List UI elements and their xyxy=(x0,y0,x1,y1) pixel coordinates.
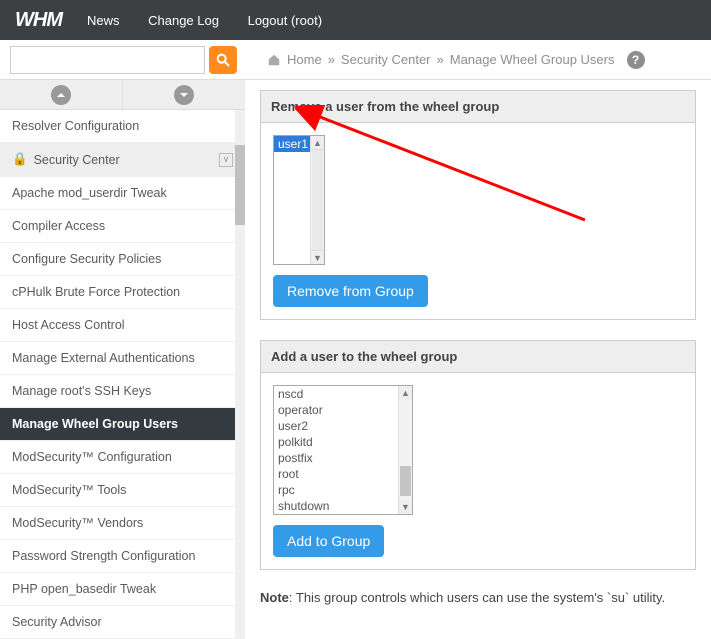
subbar: Home » Security Center » Manage Wheel Gr… xyxy=(0,40,711,80)
add-user-select[interactable]: nscdoperatoruser2polkitdpostfixrootrpcsh… xyxy=(273,385,413,515)
breadcrumb-home[interactable]: Home xyxy=(287,52,322,67)
sidebar-item[interactable]: Host Access Control xyxy=(0,309,245,342)
sidebar-item[interactable]: Apache mod_userdir Tweak xyxy=(0,177,245,210)
sidebar-item[interactable]: Manage External Authentications xyxy=(0,342,245,375)
add-to-group-button[interactable]: Add to Group xyxy=(273,525,384,557)
list-item[interactable]: nscd xyxy=(274,386,412,402)
search-button[interactable] xyxy=(209,46,237,74)
sidebar-item[interactable]: Password Strength Configuration xyxy=(0,540,245,573)
remove-user-select[interactable]: user1 ▲▼ xyxy=(273,135,325,265)
breadcrumb-l2: Manage Wheel Group Users xyxy=(450,52,615,67)
sidebar-scrollbar[interactable] xyxy=(235,110,245,639)
sidebar-section-header[interactable]: 🔒Security Center∨ xyxy=(0,143,245,177)
breadcrumb: Home » Security Center » Manage Wheel Gr… xyxy=(267,51,645,69)
sidebar-item[interactable]: Compiler Access xyxy=(0,210,245,243)
nav-changelog[interactable]: Change Log xyxy=(148,13,219,28)
sidebar-item[interactable]: Configure Security Policies xyxy=(0,243,245,276)
chevron-icon: ∨ xyxy=(219,153,233,167)
note-text: Note: This group controls which users ca… xyxy=(260,590,696,605)
home-icon xyxy=(267,53,281,67)
scroll-up-icon[interactable]: ▲ xyxy=(311,136,324,150)
search-icon xyxy=(215,52,231,68)
scroll-down-icon[interactable]: ▼ xyxy=(311,250,324,264)
collapse-down-button[interactable] xyxy=(174,85,194,105)
scroll-up-icon[interactable]: ▲ xyxy=(399,386,412,400)
scroll-down-icon[interactable]: ▼ xyxy=(399,500,412,514)
help-icon[interactable]: ? xyxy=(627,51,645,69)
list-item[interactable]: root xyxy=(274,466,412,482)
logo: WHM xyxy=(15,9,62,32)
topbar: WHM News Change Log Logout (root) xyxy=(0,0,711,40)
sidebar-item[interactable]: cPHulk Brute Force Protection xyxy=(0,276,245,309)
list-item[interactable]: postfix xyxy=(274,450,412,466)
sidebar-item[interactable]: ModSecurity™ Vendors xyxy=(0,507,245,540)
list-item[interactable]: operator xyxy=(274,402,412,418)
nav-logout[interactable]: Logout (root) xyxy=(248,13,322,28)
sidebar-item[interactable]: Manage Wheel Group Users xyxy=(0,408,245,441)
list-item[interactable]: user2 xyxy=(274,418,412,434)
sidebar: Resolver Configuration🔒Security Center∨A… xyxy=(0,80,245,639)
nav-news[interactable]: News xyxy=(87,13,120,28)
content: Remove a user from the wheel group user1… xyxy=(245,80,711,639)
breadcrumb-l1[interactable]: Security Center xyxy=(341,52,431,67)
search-input[interactable] xyxy=(10,46,205,74)
list-item[interactable]: rpc xyxy=(274,482,412,498)
sidebar-item[interactable]: Manage root's SSH Keys xyxy=(0,375,245,408)
add-panel: Add a user to the wheel group nscdoperat… xyxy=(260,340,696,570)
sidebar-item[interactable]: Resolver Configuration xyxy=(0,110,245,143)
lock-icon: 🔒 xyxy=(12,152,28,167)
sidebar-controls xyxy=(0,80,245,110)
remove-panel-title: Remove a user from the wheel group xyxy=(261,91,695,123)
collapse-up-button[interactable] xyxy=(51,85,71,105)
add-panel-title: Add a user to the wheel group xyxy=(261,341,695,373)
list-item[interactable]: shutdown xyxy=(274,498,412,514)
remove-from-group-button[interactable]: Remove from Group xyxy=(273,275,428,307)
sidebar-item[interactable]: Security Advisor xyxy=(0,606,245,639)
sidebar-list: Resolver Configuration🔒Security Center∨A… xyxy=(0,110,245,639)
sidebar-item[interactable]: ModSecurity™ Tools xyxy=(0,474,245,507)
remove-panel: Remove a user from the wheel group user1… xyxy=(260,90,696,320)
sidebar-item[interactable]: ModSecurity™ Configuration xyxy=(0,441,245,474)
topnav: News Change Log Logout (root) xyxy=(87,13,347,28)
sidebar-item[interactable]: PHP open_basedir Tweak xyxy=(0,573,245,606)
list-item[interactable]: polkitd xyxy=(274,434,412,450)
